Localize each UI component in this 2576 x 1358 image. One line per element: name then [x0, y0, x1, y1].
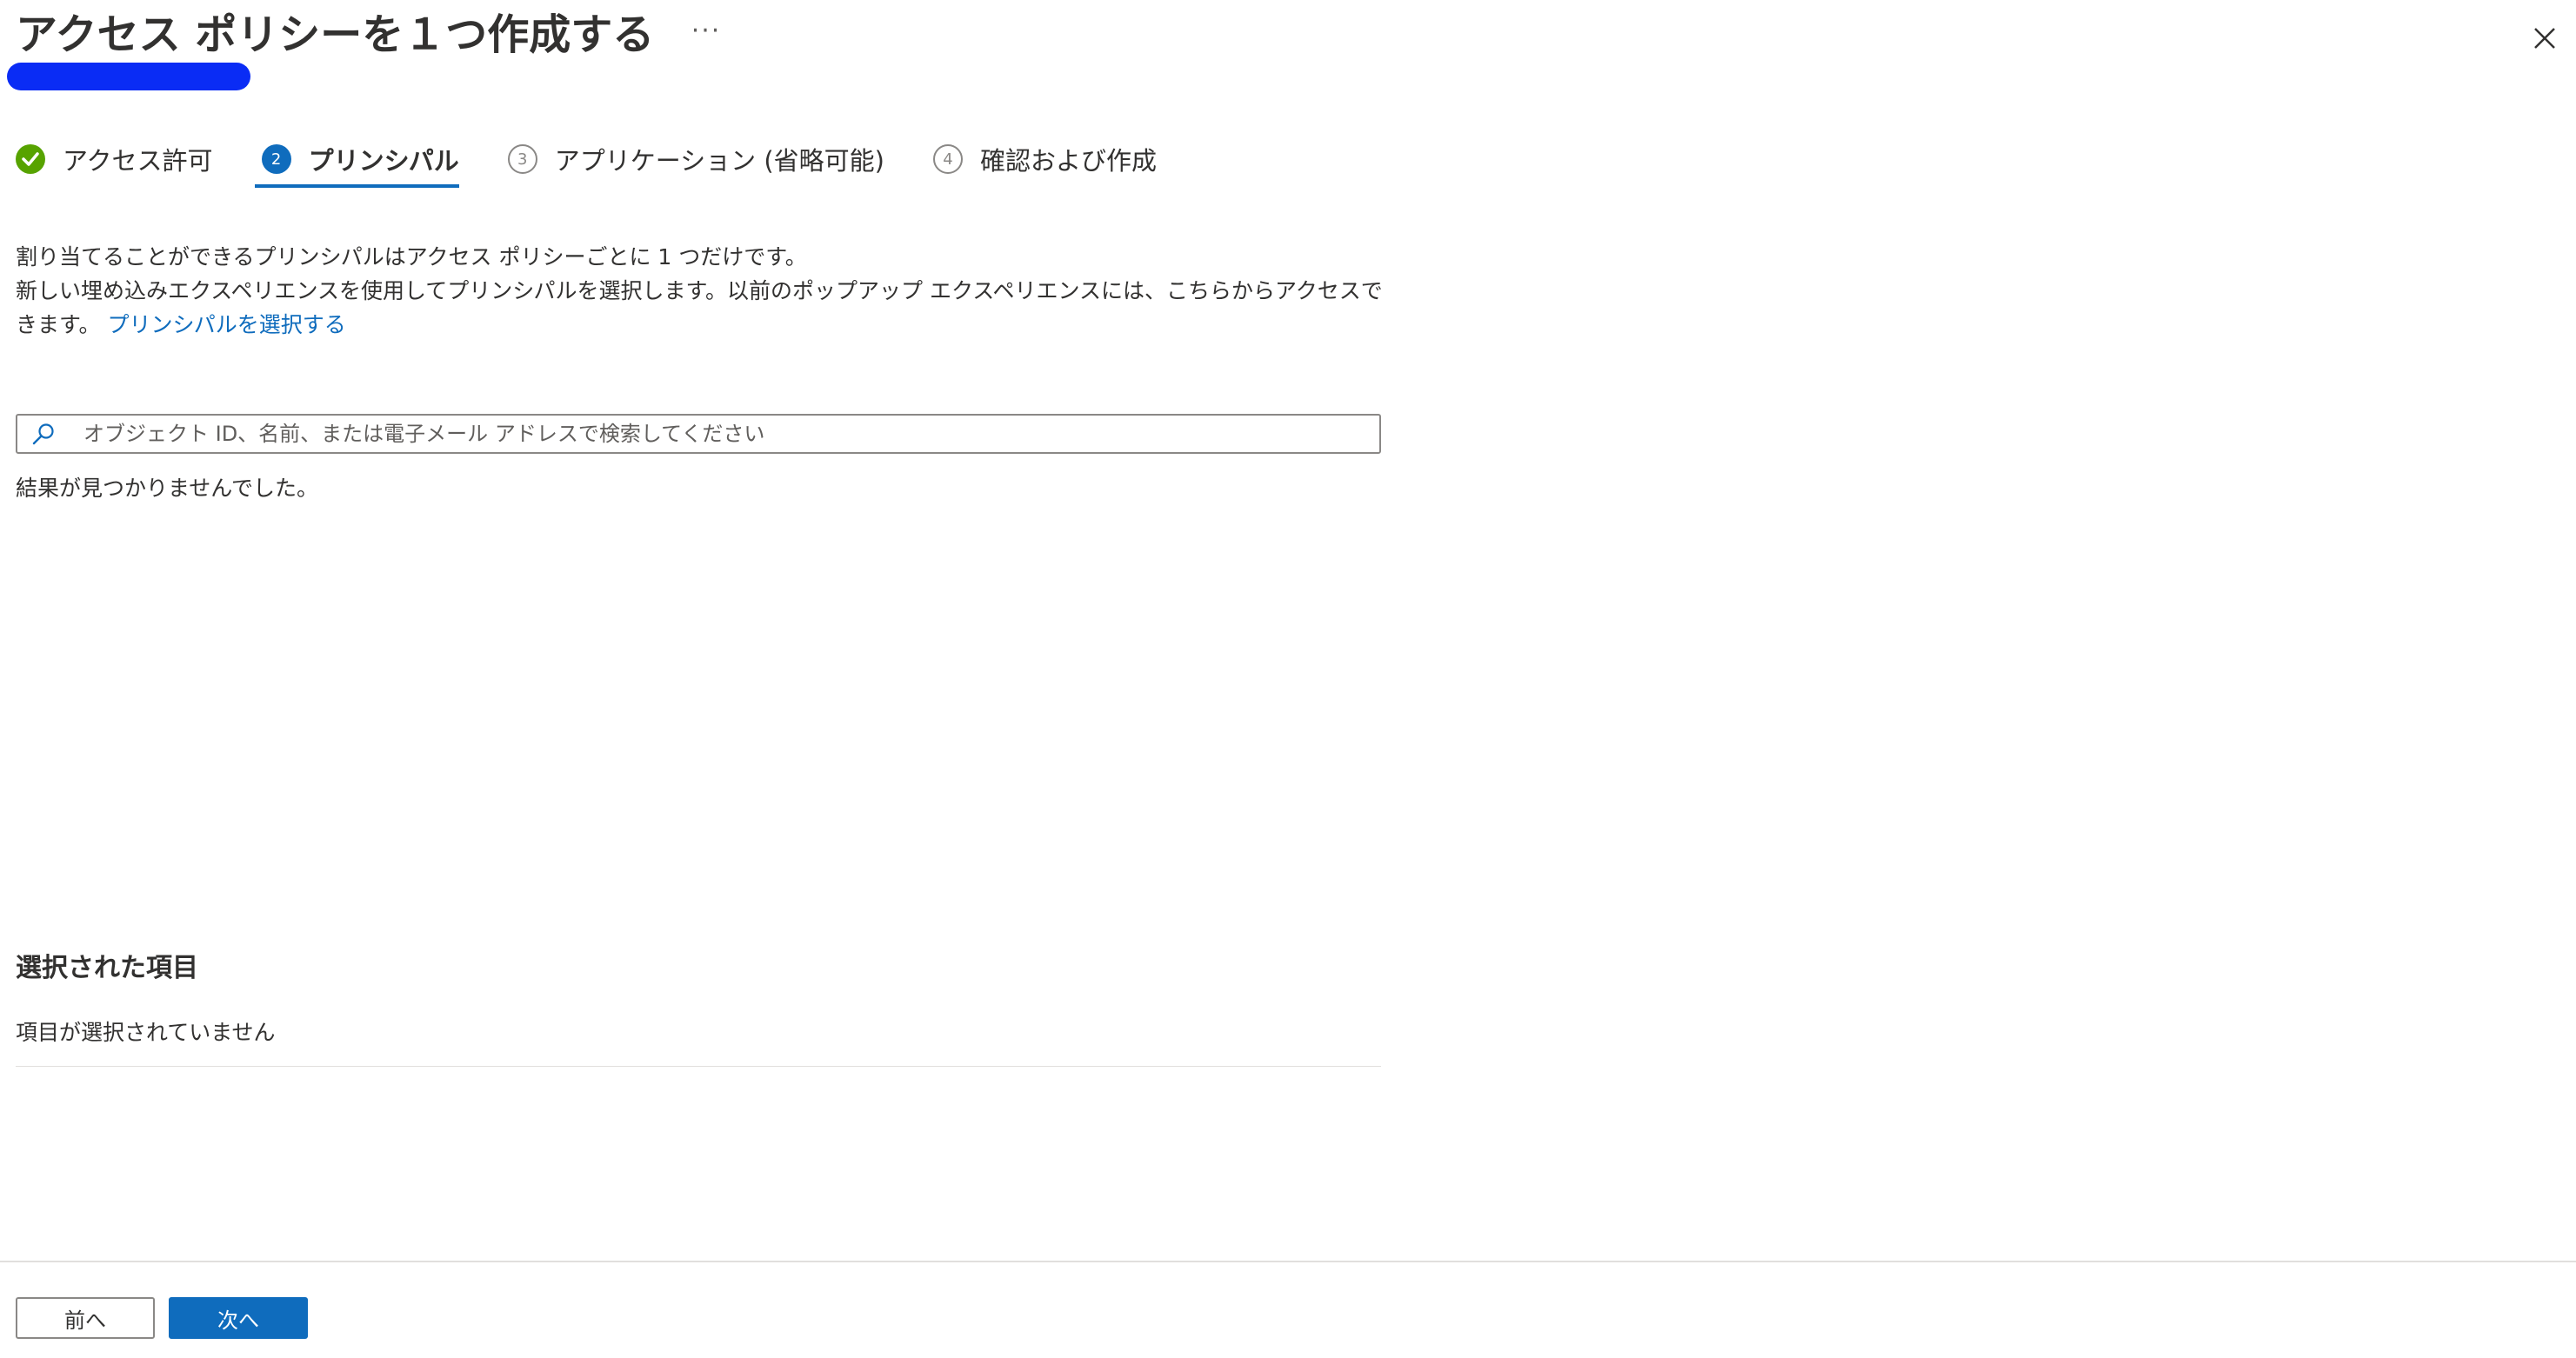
footer-divider	[0, 1261, 2576, 1262]
more-options-button[interactable]: ···	[687, 12, 725, 50]
step-number: 4	[932, 144, 963, 174]
step-review-create[interactable]: 4 確認および作成	[932, 130, 1157, 188]
description-line-1: 割り当てることができるプリンシパルはアクセス ポリシーごとに 1 つだけです。	[16, 244, 807, 270]
step-number: 3	[507, 144, 537, 174]
previous-button[interactable]: 前へ	[16, 1297, 155, 1339]
close-button[interactable]	[2526, 19, 2564, 57]
checkmark-circle-icon	[16, 144, 45, 174]
select-principal-link[interactable]: プリンシパルを選択する	[107, 312, 345, 337]
create-access-policy-blade: アクセス ポリシーを１つ作成する ··· アクセス許可 2 プリンシパル 3 ア…	[0, 0, 2576, 1358]
active-step-indicator	[254, 184, 459, 188]
selected-items-heading: 選択された項目	[16, 953, 198, 983]
search-input[interactable]	[82, 416, 1379, 452]
step-principal[interactable]: 2 プリンシパル	[254, 130, 459, 188]
description: 割り当てることができるプリンシパルはアクセス ポリシーごとに 1 つだけです。 …	[16, 240, 1390, 342]
selected-items-divider	[16, 1066, 1381, 1067]
next-button[interactable]: 次へ	[169, 1297, 308, 1339]
step-access-permission[interactable]: アクセス許可	[16, 130, 213, 188]
step-label: アプリケーション (省略可能)	[554, 146, 884, 176]
close-icon	[2534, 28, 2555, 49]
search-box[interactable]	[16, 414, 1381, 454]
ellipsis-icon: ···	[691, 16, 722, 46]
selected-items-empty-text: 項目が選択されていません	[16, 1020, 276, 1045]
step-label: アクセス許可	[63, 146, 213, 176]
redacted-subtitle	[7, 63, 250, 90]
description-line-2: 新しい埋め込みエクスペリエンスを使用してプリンシパルを選択します。以前のポップア…	[16, 274, 1390, 342]
step-application[interactable]: 3 アプリケーション (省略可能)	[507, 130, 884, 188]
page-title: アクセス ポリシーを１つ作成する	[16, 10, 655, 59]
step-number: 2	[261, 144, 291, 174]
search-icon	[32, 423, 54, 445]
step-label: プリンシパル	[308, 146, 459, 176]
step-label: 確認および作成	[979, 146, 1157, 176]
wizard-steps: アクセス許可 2 プリンシパル 3 アプリケーション (省略可能) 4 確認およ…	[16, 130, 1157, 188]
no-results-text: 結果が見つかりませんでした。	[16, 476, 319, 501]
